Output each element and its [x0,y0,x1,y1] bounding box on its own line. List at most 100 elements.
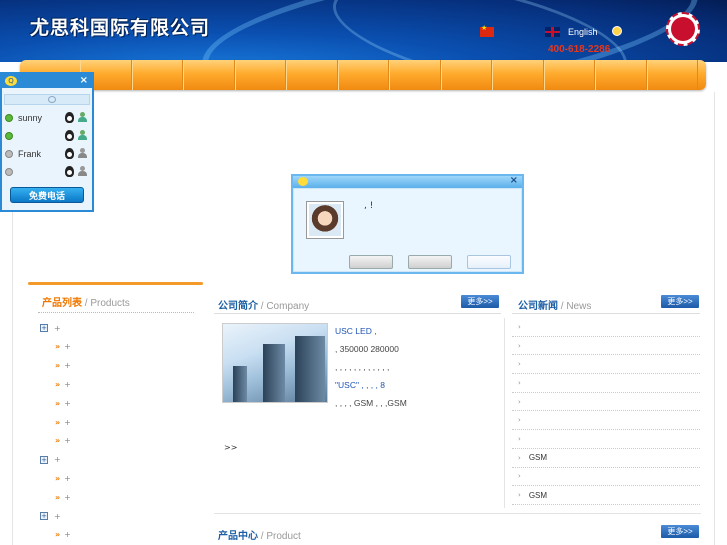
product-center-title-cn: 产品中心 [218,531,258,542]
company-building-image[interactable] [222,323,328,403]
product-center-more-button[interactable]: 更多>> [661,525,699,538]
divider [512,313,700,314]
expand-icon[interactable]: + [40,455,48,464]
qq-logo-icon [298,177,308,186]
offline-status-icon [5,168,13,176]
divider [38,312,194,313]
product-subcategory-item[interactable]: » + [55,395,71,411]
english-flag-icon[interactable] [545,27,560,37]
qq-contact-row[interactable] [2,163,92,181]
expand-icon[interactable]: + [40,324,48,332]
nav-item-7[interactable] [389,60,441,90]
qq-contact-name: Frank [18,149,42,159]
building-shape [295,336,325,402]
popup-header: × [293,175,522,188]
news-item[interactable]: › [512,374,700,393]
msn-icon[interactable] [78,166,87,177]
product-center-title: 产品中心 / Product [218,527,301,542]
product-center-title-en: / Product [258,531,301,542]
qq-penguin-icon[interactable] [65,166,74,177]
news-item[interactable]: › GSM [512,486,700,505]
nav-item-11[interactable] [595,60,647,90]
divider [214,313,501,314]
product-subcategory-item[interactable]: » + [55,489,71,505]
nav-item-4[interactable] [234,60,286,90]
product-subcategory-item[interactable]: » + [55,527,71,543]
user-icon[interactable] [78,112,87,123]
news-item[interactable]: › [512,337,700,356]
nav-item-6[interactable] [337,60,389,90]
nav-item-3[interactable] [183,60,235,90]
nav-item-10[interactable] [543,60,595,90]
popup-button-refuse[interactable] [467,255,511,269]
product-category-item[interactable]: + + [40,452,61,468]
nav-item-2[interactable] [131,60,183,90]
free-call-label: 免费电话 [28,191,65,202]
news-more-button[interactable]: 更多>> [661,295,699,308]
company-read-more-link[interactable]: >> [224,443,237,452]
product-subcategory-item[interactable]: » + [55,470,71,486]
product-item-label: + [64,379,71,389]
chinese-flag-icon[interactable] [480,24,494,37]
qq-contact-row[interactable]: sunny [2,109,92,127]
company-title-en: / Company [258,301,310,312]
product-subcategory-item[interactable]: » + [55,433,71,449]
popup-button-accept[interactable] [349,255,393,269]
nav-item-9[interactable] [492,60,544,90]
expand-icon[interactable]: + [40,512,48,520]
hotline-phone: 400-618-2286 [548,44,611,55]
product-item-label: + [64,473,71,483]
company-section-title: 公司简介 / Company [218,297,309,312]
qq-penguin-icon[interactable] [65,112,74,123]
news-item-title: GSM [528,490,548,500]
site-logo[interactable]: 尤思科国际有限公司 [30,13,210,40]
qq-contact-row[interactable] [2,127,92,145]
double-arrow-icon: » [55,361,60,371]
popup-button-later[interactable] [408,255,452,269]
qq-penguin-icon[interactable] [65,130,74,141]
news-item[interactable]: › [512,411,700,431]
panel-top-border [28,282,203,285]
news-item[interactable]: › [512,355,700,375]
language-switch-icon[interactable] [612,26,622,36]
bullet-arrow-icon: › [518,416,521,425]
company-more-button[interactable]: 更多>> [461,295,499,308]
news-item[interactable]: › [512,318,700,337]
double-arrow-icon: » [55,436,60,446]
user-icon[interactable] [78,148,87,159]
online-status-icon [5,114,13,122]
product-category-item[interactable]: + + [40,320,61,336]
news-item[interactable]: › [512,430,700,449]
products-title-cn: 产品列表 [42,298,82,309]
news-item[interactable]: › [512,393,700,412]
nav-item-12[interactable] [646,60,698,90]
bullet-arrow-icon: › [518,341,521,350]
popup-close-button[interactable]: × [510,175,518,186]
product-item-label: + [54,323,61,333]
qq-search-bar[interactable] [4,94,90,105]
bullet-arrow-icon: › [518,397,521,406]
qq-logo-icon: Q [5,76,17,86]
product-subcategory-item[interactable]: » + [55,414,71,430]
product-subcategory-item[interactable]: » + [55,376,71,392]
product-item-label: + [64,342,71,352]
double-arrow-icon: » [55,398,60,408]
product-category-item[interactable]: + + [40,508,61,524]
free-call-button[interactable]: 免费电话 [10,187,84,203]
qq-contact-row[interactable]: Frank [2,145,92,163]
product-item-label: + [64,361,71,371]
qq-close-button[interactable]: × [80,74,88,88]
company-intro-text: USC LED , , 350000 280000 , , , , , , , … [335,322,500,412]
product-subcategory-item[interactable]: » + [55,339,71,355]
news-item[interactable]: › [512,468,700,487]
product-subcategory-item[interactable]: » + [55,358,71,374]
qq-penguin-icon[interactable] [65,148,74,159]
news-title-cn: 公司新闻 [518,301,558,312]
nav-item-5[interactable] [286,60,338,90]
nav-item-8[interactable] [440,60,492,90]
site-header: 尤思科国际有限公司 English 400-618-2286 [0,0,727,62]
product-item-label: + [54,511,61,521]
news-item[interactable]: › GSM [512,449,700,468]
user-icon[interactable] [78,130,87,141]
english-language-link[interactable]: English [568,27,598,37]
